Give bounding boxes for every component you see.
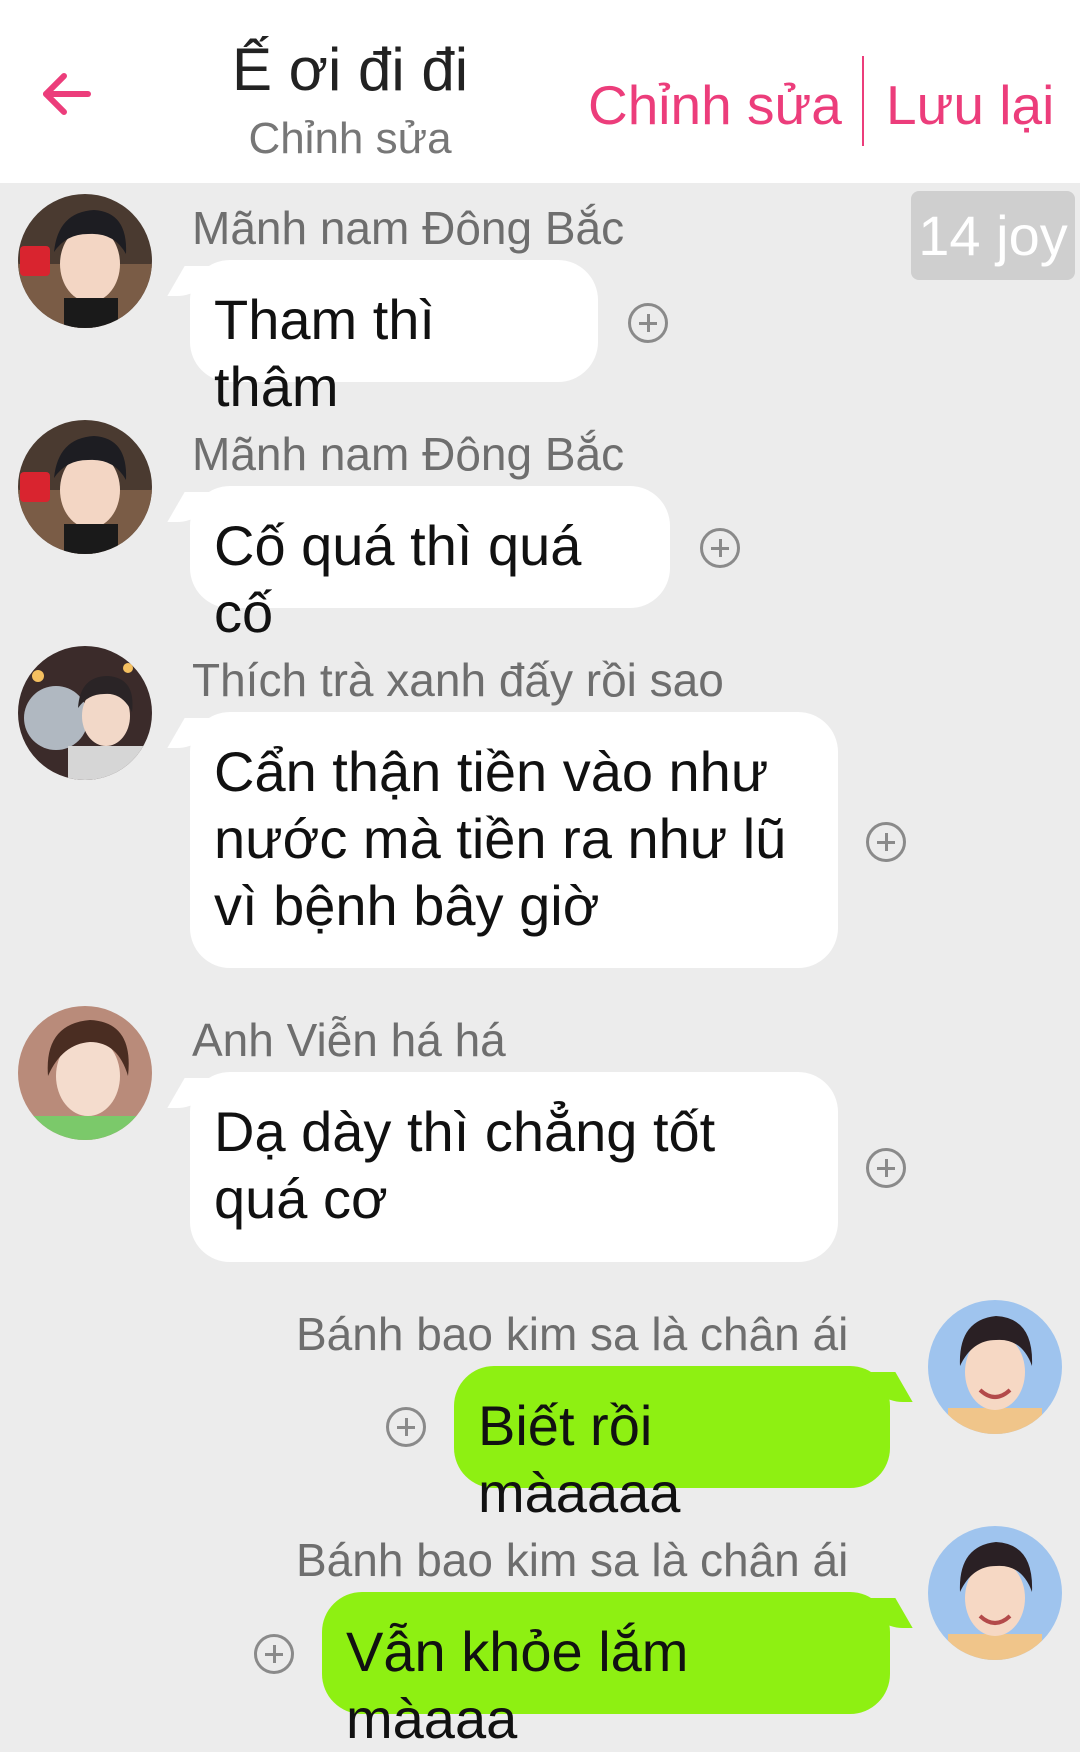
avatar[interactable] xyxy=(18,646,152,780)
avatar-male-green-shirt-icon xyxy=(18,1006,152,1140)
message-bubble[interactable]: Dạ dày thì chẳng tốt quá cơ xyxy=(190,1072,838,1262)
avatar-male-blue-bg-icon xyxy=(928,1526,1062,1660)
message-text: Dạ dày thì chẳng tốt quá cơ xyxy=(214,1100,716,1230)
save-button[interactable]: Lưu lại xyxy=(886,70,1054,140)
page-subtitle: Chỉnh sửa xyxy=(248,114,452,163)
page-title: Ế ơi đi đi xyxy=(231,36,469,103)
avatar[interactable] xyxy=(928,1526,1062,1660)
message-bubble[interactable]: Tham thì thâm xyxy=(190,260,598,418)
sender-name: Anh Viễn há há xyxy=(192,1014,506,1066)
avatar[interactable] xyxy=(18,194,152,328)
sender-name: Mãnh nam Đông Bắc xyxy=(192,428,625,480)
header-divider xyxy=(862,56,864,146)
sender-name: Bánh bao kim sa là chân ái xyxy=(296,1534,849,1586)
sender-name: Mãnh nam Đông Bắc xyxy=(192,202,625,254)
arrow-left-icon xyxy=(43,73,91,115)
add-reaction-button[interactable] xyxy=(628,303,668,343)
message-bubble[interactable]: Cẩn thận tiền vào như nước mà tiền ra nh… xyxy=(190,712,838,968)
add-reaction-button[interactable] xyxy=(700,528,740,568)
message-text: Tham thì thâm xyxy=(214,288,435,418)
add-reaction-button[interactable] xyxy=(386,1407,426,1447)
sender-name: Bánh bao kim sa là chân ái xyxy=(296,1308,849,1360)
avatar[interactable] xyxy=(18,420,152,554)
message-text: Cố quá thì quá cố xyxy=(214,514,582,644)
title-block: Ế ơi đi đi Chỉnh sửa xyxy=(200,30,500,168)
avatar-male-bubble-icon xyxy=(18,646,152,780)
sender-name: Thích trà xanh đấy rồi sao xyxy=(192,654,724,706)
add-reaction-button[interactable] xyxy=(866,1148,906,1188)
message-text: Biết rồi màaaaa xyxy=(478,1394,681,1524)
avatar-male-black-hair-icon xyxy=(18,194,152,328)
message-bubble[interactable]: Cố quá thì quá cố xyxy=(190,486,670,644)
edit-button[interactable]: Chỉnh sửa xyxy=(588,70,842,140)
avatar-male-black-hair-icon xyxy=(18,420,152,554)
avatar-male-blue-bg-icon xyxy=(928,1300,1062,1434)
top-bar: Ế ơi đi đi Chỉnh sửa Chỉnh sửa Lưu lại xyxy=(0,0,1080,183)
message-bubble[interactable]: Biết rồi màaaaa xyxy=(454,1366,890,1524)
add-reaction-button[interactable] xyxy=(254,1634,294,1674)
avatar[interactable] xyxy=(18,1006,152,1140)
message-bubble[interactable]: Vẫn khỏe lắm màaaa xyxy=(322,1592,890,1750)
avatar[interactable] xyxy=(928,1300,1062,1434)
back-button[interactable] xyxy=(34,62,98,126)
message-text: Vẫn khỏe lắm màaaa xyxy=(346,1620,689,1750)
message-text: Cẩn thận tiền vào như nước mà tiền ra nh… xyxy=(214,740,787,937)
add-reaction-button[interactable] xyxy=(866,822,906,862)
joy-badge: 14 joy xyxy=(911,191,1075,280)
